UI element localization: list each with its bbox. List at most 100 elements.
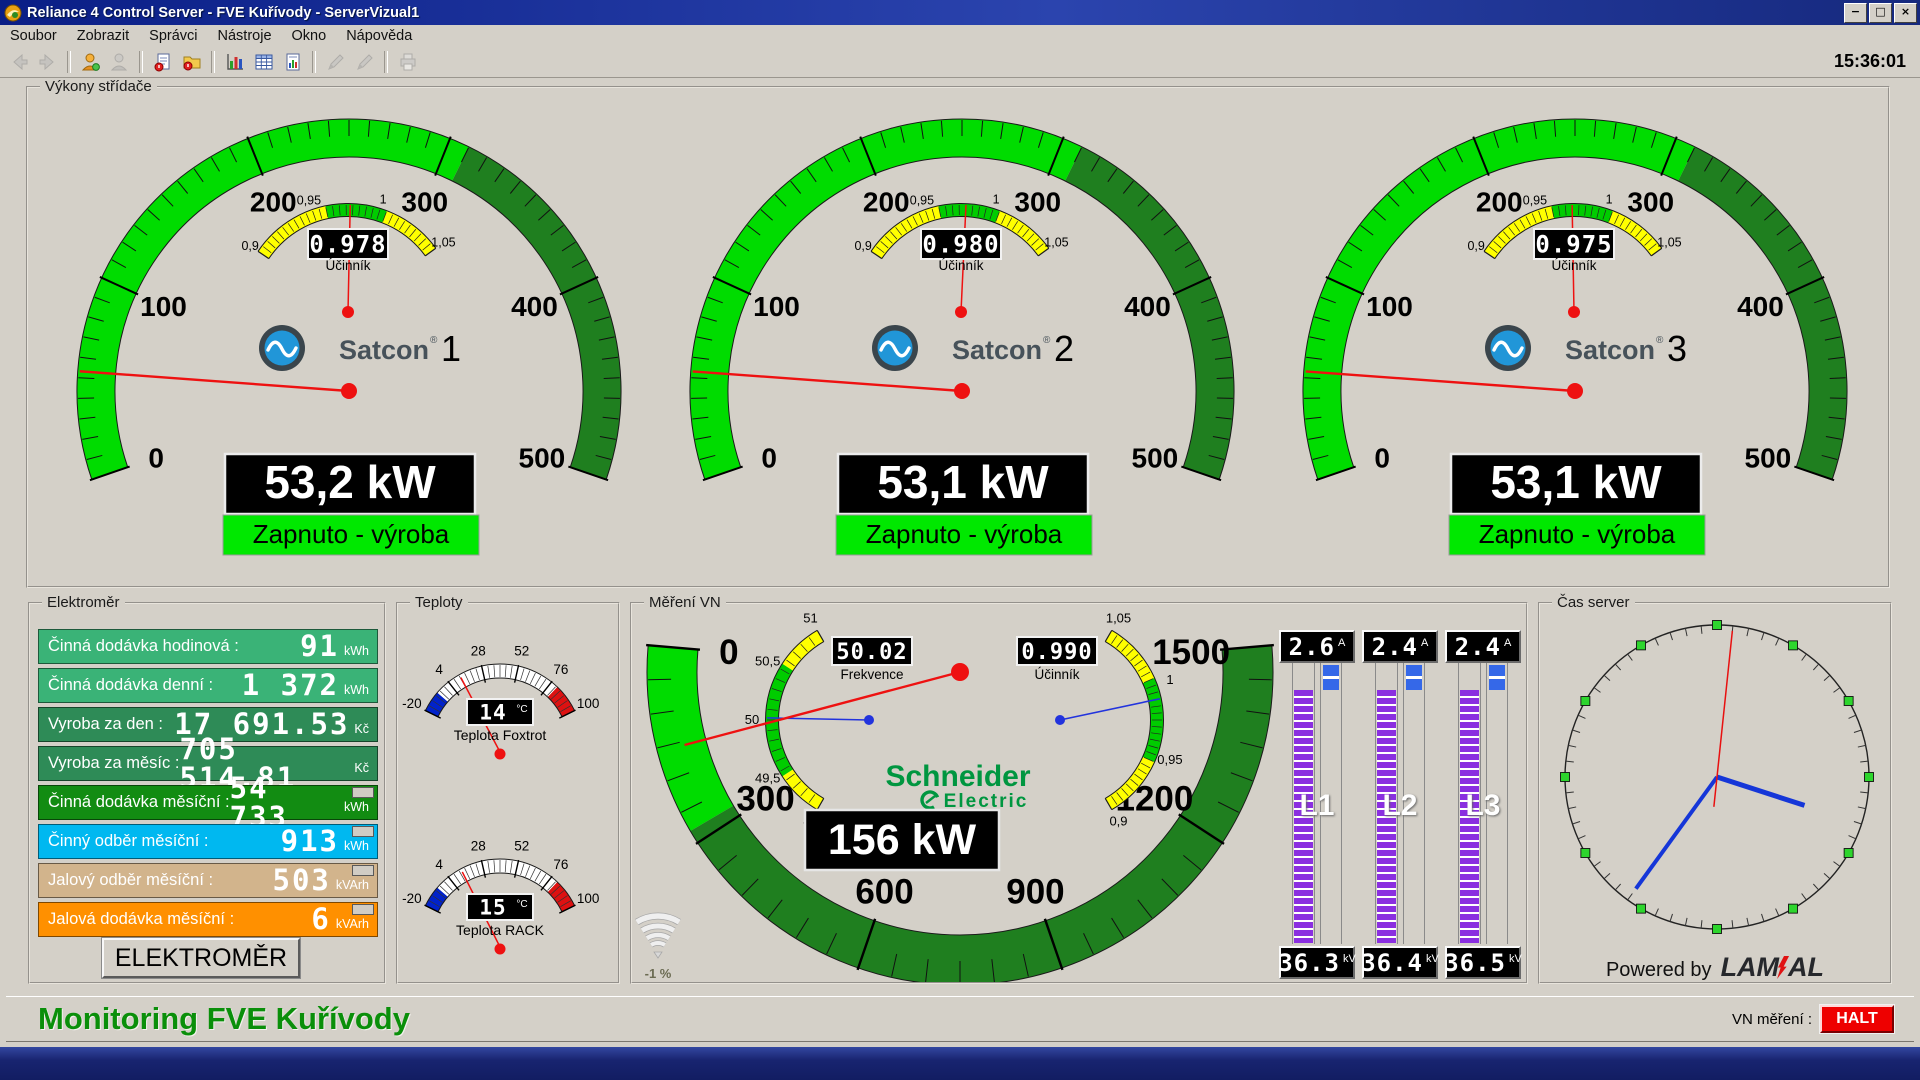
- scale-label: 300: [1014, 187, 1061, 218]
- toolbar-forward-button[interactable]: [33, 48, 62, 76]
- pen-icon: [354, 51, 376, 73]
- needle-pivot: [1055, 715, 1065, 725]
- clock-hour-marker: [1581, 849, 1590, 858]
- scale-label: 100: [753, 291, 800, 322]
- toolbar-sign-b-button[interactable]: [350, 48, 379, 76]
- clock-hour-marker: [1789, 641, 1798, 650]
- phase-l1-voltage-marker: [1323, 665, 1339, 690]
- freq-scale-label: 50,5: [755, 654, 780, 669]
- minimize-button[interactable]: −: [1844, 3, 1867, 23]
- meter-row-value: 6: [311, 905, 330, 934]
- meter-row: Jalový odběr měsíční : 503 kVArh: [38, 863, 378, 898]
- server-time-display: 15:36:01: [1834, 51, 1906, 72]
- needle-pivot: [954, 383, 970, 399]
- meter-row-label: Jalový odběr měsíční :: [39, 871, 272, 890]
- clock-hour-marker: [1844, 849, 1853, 858]
- meter-row-label: Vyroba za měsíc :: [39, 754, 179, 773]
- menu-nastroje[interactable]: Nástroje: [208, 26, 282, 46]
- toolbar-sign-a-button[interactable]: [321, 48, 350, 76]
- toolbar-alarm-folder-button[interactable]: [177, 48, 206, 76]
- toolbar-alarm-document-button[interactable]: [148, 48, 177, 76]
- scale-label: 100: [1366, 291, 1413, 322]
- scale-label: 0: [761, 442, 777, 473]
- schneider-line1: Schneider: [885, 760, 1030, 793]
- panel-title: Výkony střídače: [40, 78, 157, 95]
- freq-scale-label: 49,5: [755, 771, 780, 786]
- vn-status-label: VN měření :: [1732, 1011, 1812, 1028]
- needle-pivot: [951, 663, 969, 681]
- temp-scale-label: 52: [514, 838, 529, 853]
- scale-label: 500: [1745, 442, 1792, 473]
- svg-text:®: ®: [1656, 335, 1664, 346]
- toolbar-separator: [67, 51, 71, 73]
- temp-scale-label: 76: [553, 857, 568, 872]
- phase-l2-voltage-marker: [1406, 665, 1422, 690]
- digital-display-value: 0.990: [1021, 640, 1092, 665]
- toolbar-back-button[interactable]: [4, 48, 33, 76]
- maximize-button[interactable]: □: [1869, 3, 1892, 23]
- temp-scale-label: -20: [402, 891, 422, 906]
- freq-scale-label: 51: [803, 611, 817, 626]
- scale-label: 100: [140, 291, 187, 322]
- toolbar-user-profiles-button[interactable]: [105, 48, 134, 76]
- temp-gauge-label: Teplota Foxtrot: [454, 727, 547, 743]
- table-icon: [253, 51, 275, 73]
- scale-label: 500: [1132, 442, 1179, 473]
- phase-l2-current-display: 2.4A: [1362, 630, 1438, 663]
- needle-pivot: [341, 383, 357, 399]
- pf-scale-label: 0,95: [297, 194, 321, 208]
- signal-strength-icon: [637, 916, 679, 958]
- pf-needle-pivot: [342, 306, 354, 318]
- phase-l3-voltage-display: 36.5kV: [1445, 946, 1521, 979]
- pf-scale-label: 1: [1606, 192, 1613, 206]
- elektromer-button[interactable]: ELEKTROMĚR: [102, 938, 300, 978]
- hv-scale-label: 0: [719, 633, 738, 672]
- toolbar-separator: [139, 51, 143, 73]
- pf-needle-pivot: [955, 306, 967, 318]
- menu-soubor[interactable]: Soubor: [0, 26, 67, 46]
- meter-row: Činná dodávka denní : 1 372 kWh: [38, 668, 378, 703]
- gauge-needle: [693, 371, 962, 391]
- hv-pf-gauge-label: Účinník: [1034, 667, 1079, 682]
- menu-napoveda[interactable]: Nápověda: [336, 26, 422, 46]
- power-display-value: 53,2 kW: [264, 456, 436, 508]
- schneider-logo: SchneiderElectric: [885, 760, 1030, 812]
- toolbar-print-button[interactable]: [393, 48, 422, 76]
- phase-l2-label: L2: [1370, 789, 1430, 823]
- temp-scale-label: 52: [514, 643, 529, 658]
- hv-pf-scale-label: 1,05: [1106, 611, 1131, 626]
- digital-display-value: 15: [479, 896, 506, 920]
- menu-zobrazit[interactable]: Zobrazit: [67, 26, 139, 46]
- analog-clock: [1540, 604, 1890, 949]
- toolbar-reports-button[interactable]: [278, 48, 307, 76]
- toolbar-separator: [211, 51, 215, 73]
- panel-server-time: Čas server Powered by LAMAL: [1538, 602, 1892, 984]
- digital-display-value: 14: [479, 701, 506, 725]
- hv-scale-label: 600: [855, 872, 913, 911]
- phase-l3-label: L3: [1453, 789, 1513, 823]
- toolbar-trends-button[interactable]: [220, 48, 249, 76]
- menu-spravci[interactable]: Správci: [139, 26, 207, 46]
- meter-row-label: Činná dodávka měsíční :: [39, 793, 230, 812]
- toolbar-data-tables-button[interactable]: [249, 48, 278, 76]
- clock-hour-marker: [1789, 904, 1798, 913]
- scale-label: 0: [1374, 442, 1390, 473]
- scale-label: 200: [1476, 187, 1523, 218]
- signal-percentage: -1 %: [645, 966, 672, 981]
- toolbar-separator: [312, 51, 316, 73]
- arrow-left-icon: [8, 51, 30, 73]
- user-color-icon: [80, 51, 102, 73]
- inverter-gauge-3: 01002003004005000,90,9511,050.975Účinník…: [1255, 102, 1895, 564]
- meter-row-unit: kWh: [344, 800, 369, 814]
- app-icon: [4, 4, 22, 22]
- meter-row-value: 913: [281, 827, 339, 856]
- needle-pivot: [1567, 383, 1583, 399]
- clock-hour-marker: [1637, 641, 1646, 650]
- meter-row: Činný odběr měsíční : 913 kWh: [38, 824, 378, 859]
- menu-okno[interactable]: Okno: [282, 26, 337, 46]
- toolbar-users-button[interactable]: [76, 48, 105, 76]
- close-button[interactable]: ×: [1894, 3, 1917, 23]
- inverter-number: 2: [1054, 328, 1074, 369]
- meter-row-value: 503: [272, 866, 330, 895]
- inverter-number: 3: [1667, 328, 1687, 369]
